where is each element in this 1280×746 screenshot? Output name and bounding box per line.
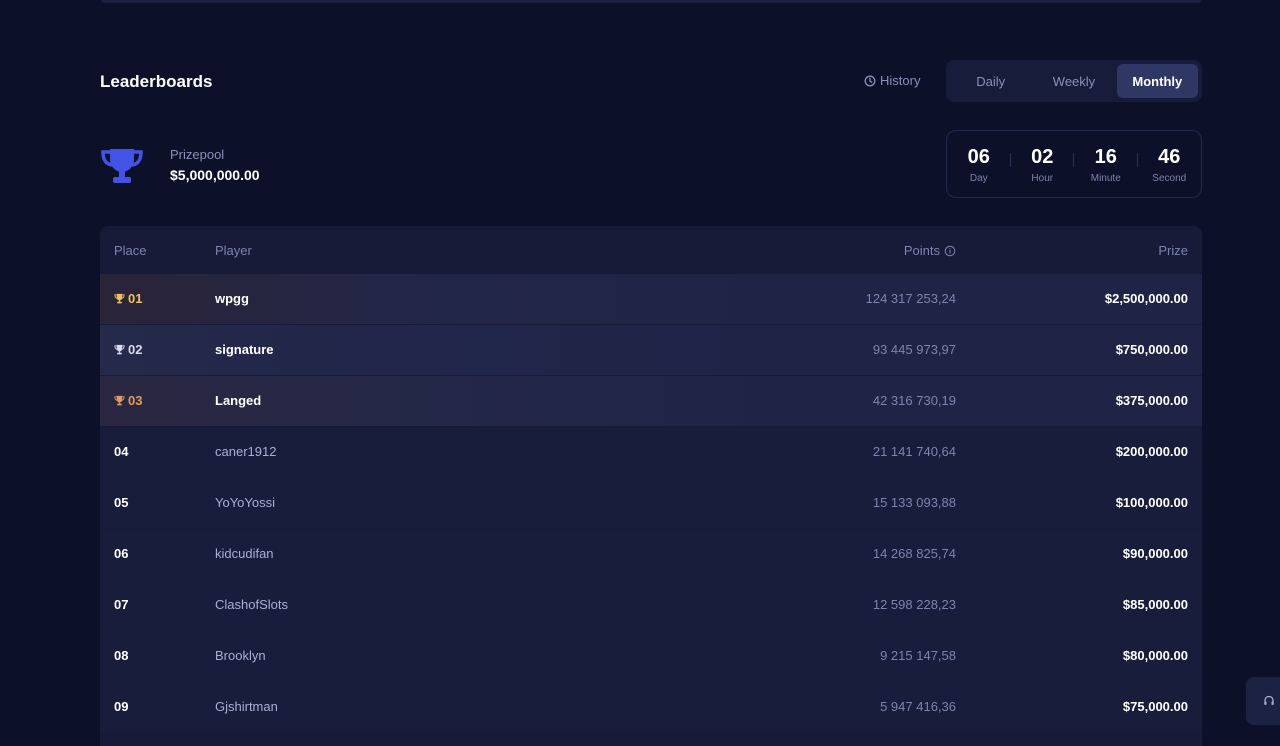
countdown-unit: Minute <box>1090 172 1121 184</box>
row-place-value: 02 <box>128 342 143 357</box>
countdown-hour: 02 Hour <box>1011 145 1074 184</box>
row-points: 15 133 093,88 <box>872 495 956 510</box>
row-prize: $80,000.00 <box>1122 648 1188 663</box>
trophy-icon <box>114 293 125 304</box>
row-points: 42 316 730,19 <box>872 393 956 408</box>
row-place-value: 03 <box>128 393 143 408</box>
column-prize: Prize <box>1158 243 1188 258</box>
table-row[interactable]: 06 kidcudifan 14 268 825,74 $90,000.00 <box>100 529 1202 579</box>
table-row[interactable]: 05 YoYoYossi 15 133 093,88 $100,000.00 <box>100 478 1202 528</box>
row-player[interactable]: ClashofSlots <box>215 597 288 612</box>
row-prize: $85,000.00 <box>1122 597 1188 612</box>
row-place-value: 05 <box>114 495 129 510</box>
column-player: Player <box>215 243 252 258</box>
leaderboards-section: Leaderboards History Daily Weekly Monthl… <box>100 0 1202 746</box>
table-row[interactable]: 04 caner1912 21 141 740,64 $200,000.00 <box>100 427 1202 477</box>
table-row[interactable]: 09 Gjshirtman 5 947 416,36 $75,000.00 <box>100 682 1202 732</box>
table-header: Place Player Points Prize <box>100 226 1202 274</box>
row-place: 04 <box>114 444 128 459</box>
table-row[interactable]: 03 Langed 42 316 730,19 $375,000.00 <box>100 376 1202 426</box>
row-points: 93 445 973,97 <box>872 342 956 357</box>
table-row[interactable]: 08 Brooklyn 9 215 147,58 $80,000.00 <box>100 631 1202 681</box>
row-place: 03 <box>114 393 142 408</box>
row-prize: $75,000.00 <box>1122 699 1188 714</box>
column-points-label: Points <box>903 243 940 258</box>
row-place-value: 04 <box>114 444 129 459</box>
countdown-value: 06 <box>967 145 990 168</box>
countdown-value: 16 <box>1094 145 1117 168</box>
prizepool-value: $5,000,000.00 <box>170 167 260 183</box>
trophy-icon <box>114 395 125 406</box>
row-place: 08 <box>114 648 128 663</box>
countdown-value: 02 <box>1031 145 1054 168</box>
row-player[interactable]: signature <box>215 342 274 357</box>
row-place: 05 <box>114 495 128 510</box>
countdown-unit: Hour <box>1031 172 1054 184</box>
countdown-unit: Second <box>1152 172 1187 184</box>
row-points: 124 317 253,24 <box>865 291 956 306</box>
row-prize: $100,000.00 <box>1115 495 1188 510</box>
row-place-value: 01 <box>128 291 143 306</box>
row-points: 12 598 228,23 <box>872 597 956 612</box>
countdown-unit: Day <box>969 172 988 184</box>
row-player[interactable]: Gjshirtman <box>215 699 278 714</box>
row-place-value: 07 <box>114 597 129 612</box>
row-points: 14 268 825,74 <box>872 546 956 561</box>
row-points: 21 141 740,64 <box>872 444 956 459</box>
headset-icon <box>1264 695 1274 705</box>
row-prize: $200,000.00 <box>1115 444 1188 459</box>
row-place: 06 <box>114 546 128 561</box>
row-prize: $90,000.00 <box>1122 546 1188 561</box>
table-row[interactable]: 07 ClashofSlots 12 598 228,23 $85,000.00 <box>100 580 1202 630</box>
prizepool-label: Prizepool <box>170 147 225 162</box>
countdown-second: 46 Second <box>1138 145 1202 184</box>
tab-weekly[interactable]: Weekly <box>1033 64 1114 98</box>
countdown-day: 06 Day <box>947 145 1011 184</box>
page-title: Leaderboards <box>100 72 213 91</box>
info-icon[interactable] <box>944 245 956 257</box>
countdown-timer: 06 Day 02 Hour 16 Minute 46 Second <box>946 130 1202 198</box>
row-prize: $375,000.00 <box>1115 393 1188 408</box>
period-tabs: Daily Weekly Monthly <box>946 60 1202 102</box>
tab-monthly[interactable]: Monthly <box>1116 64 1198 98</box>
table-row[interactable]: 02 signature 93 445 973,97 $750,000.00 <box>100 325 1202 375</box>
row-player[interactable]: Langed <box>215 393 261 408</box>
row-player[interactable]: Brooklyn <box>215 648 266 663</box>
row-place: 01 <box>114 291 142 306</box>
row-place: 02 <box>114 342 142 357</box>
table-body: 01 wpgg 124 317 253,24 $2,500,000.00 02 signa… <box>100 274 1202 732</box>
row-points: 5 947 416,36 <box>880 699 956 714</box>
row-place-value: 09 <box>114 699 129 714</box>
trophy-icon <box>101 149 143 183</box>
leaderboards-header: Leaderboards History Daily Weekly Monthl… <box>100 60 1202 102</box>
support-button[interactable] <box>1246 677 1280 725</box>
row-points: 9 215 147,58 <box>880 648 956 663</box>
table-row[interactable]: 01 wpgg 124 317 253,24 $2,500,000.00 <box>100 274 1202 324</box>
trophy-icon <box>114 344 125 355</box>
column-place: Place <box>114 243 147 258</box>
row-place-value: 06 <box>114 546 129 561</box>
row-player[interactable]: wpgg <box>215 291 249 306</box>
row-player[interactable]: caner1912 <box>215 444 276 459</box>
row-prize: $2,500,000.00 <box>1104 291 1188 306</box>
tab-daily[interactable]: Daily <box>950 64 1031 98</box>
history-label: History <box>880 73 921 88</box>
row-prize: $750,000.00 <box>1115 342 1188 357</box>
column-points: Points <box>904 243 956 258</box>
row-player[interactable]: kidcudifan <box>215 546 274 561</box>
history-button[interactable]: History <box>864 73 920 88</box>
row-place-value: 08 <box>114 648 129 663</box>
row-place: 07 <box>114 597 128 612</box>
row-place: 09 <box>114 699 128 714</box>
clock-icon <box>864 75 876 86</box>
leaderboard-table: Place Player Points Prize 01 wpgg 124 317 … <box>100 226 1202 746</box>
countdown-value: 46 <box>1158 145 1181 168</box>
row-player[interactable]: YoYoYossi <box>215 495 275 510</box>
countdown-minute: 16 Minute <box>1074 145 1138 184</box>
